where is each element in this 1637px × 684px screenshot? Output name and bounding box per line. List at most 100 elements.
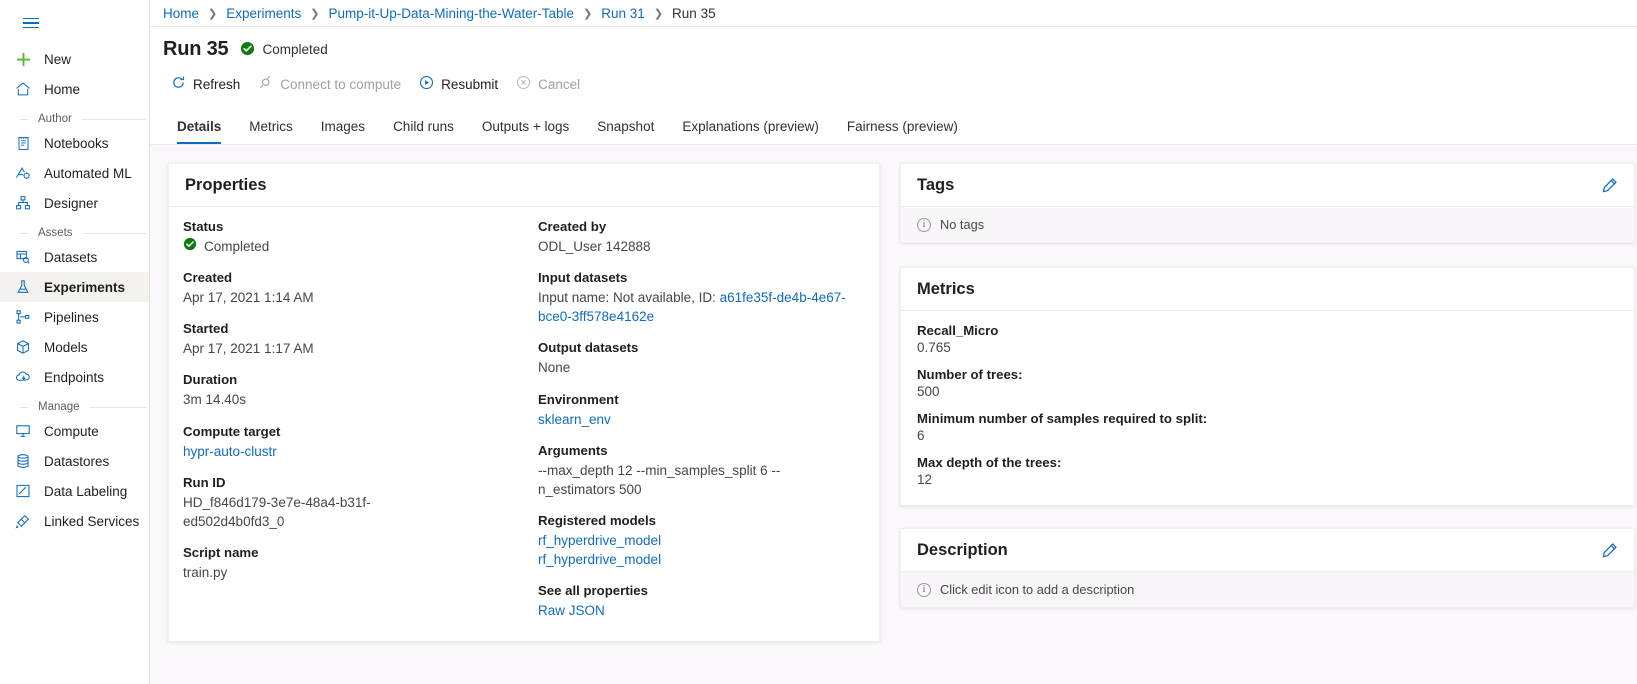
sidebar-item-label: Linked Services (44, 513, 140, 529)
metric-name: Minimum number of samples required to sp… (917, 411, 1208, 426)
properties-title: Properties (185, 176, 267, 194)
field-value: train.py (183, 565, 228, 581)
sidebar-item-datastores[interactable]: Datastores (0, 446, 149, 476)
plug-icon (258, 75, 273, 93)
sidebar-item-label: Datastores (44, 453, 110, 469)
tags-empty-label: No tags (940, 217, 985, 232)
environment-link[interactable]: sklearn_env (538, 412, 611, 427)
sidebar-item-linked-services[interactable]: Linked Services (0, 506, 149, 536)
field-label: Run ID (183, 474, 226, 490)
sidebar-item-label: New (44, 51, 72, 67)
tab-explanations[interactable]: Explanations (preview) (668, 119, 833, 144)
tab-fairness[interactable]: Fairness (preview) (833, 119, 972, 144)
properties-right-column: Created by ODL_User 142888 Input dataset… (524, 219, 879, 621)
resubmit-label: Resubmit (441, 76, 499, 92)
tab-outputs-logs[interactable]: Outputs + logs (468, 119, 583, 144)
tab-images[interactable]: Images (307, 119, 379, 144)
metrics-card-header: Metrics (901, 268, 1634, 311)
info-icon: i (917, 582, 931, 597)
field-value: hypr-auto-clustr (183, 442, 510, 461)
pencil-icon[interactable] (1601, 177, 1618, 194)
sidebar-item-data-labeling[interactable]: Data Labeling (0, 476, 149, 506)
field-value: Raw JSON (538, 601, 865, 620)
sidebar-item-label: Compute (44, 423, 99, 439)
field-input-datasets: Input datasets Input name: Not available… (538, 270, 865, 326)
cancel-label: Cancel (538, 76, 581, 92)
datasets-icon (14, 248, 32, 266)
field-script-name: Script name train.py (183, 545, 510, 582)
sidebar-item-designer[interactable]: Designer (0, 188, 149, 218)
tab-child-runs[interactable]: Child runs (379, 119, 468, 144)
compute-target-link[interactable]: hypr-auto-clustr (183, 444, 277, 459)
hamburger-icon[interactable] (8, 8, 54, 38)
refresh-button[interactable]: Refresh (163, 71, 250, 97)
sidebar-item-compute[interactable]: Compute (0, 416, 149, 446)
field-value: None (538, 360, 571, 376)
sidebar-item-label: Designer (44, 195, 99, 211)
sidebar-item-pipelines[interactable]: Pipelines (0, 302, 149, 332)
plus-icon (14, 50, 32, 68)
field-value: rf_hyperdrive_model rf_hyperdrive_model (538, 531, 865, 569)
database-icon (14, 452, 32, 470)
field-status: Status Completed (183, 219, 510, 256)
automated-ml-icon (14, 164, 32, 182)
breadcrumb-item-home[interactable]: Home (163, 6, 199, 21)
field-value: HD_f846d179-3e7e-48a4-b31f-ed502d4b0fd3_… (183, 494, 371, 529)
sidebar-item-models[interactable]: Models (0, 332, 149, 362)
command-bar: Refresh Connect to compute Resubmit Canc… (150, 61, 1637, 103)
sidebar-group-label: Manage (38, 401, 80, 413)
flask-icon (14, 278, 32, 296)
sidebar-item-automated-ml[interactable]: Automated ML (0, 158, 149, 188)
status-badge-label: Completed (262, 42, 328, 57)
compute-icon (14, 422, 32, 440)
check-circle-icon (240, 41, 255, 59)
breadcrumb-item-run-31[interactable]: Run 31 (601, 6, 645, 21)
breadcrumb-separator-icon: ❯ (583, 7, 593, 20)
main-content: Home ❯ Experiments ❯ Pump-it-Up-Data-Min… (150, 0, 1637, 684)
tab-details[interactable]: Details (163, 119, 235, 144)
connect-to-compute-label: Connect to compute (280, 76, 402, 92)
sidebar-group-label: Assets (38, 227, 73, 239)
tab-metrics[interactable]: Metrics (235, 119, 307, 144)
field-label: Compute target (183, 423, 281, 439)
registered-model-link[interactable]: rf_hyperdrive_model (538, 552, 661, 567)
breadcrumb-separator-icon: ❯ (208, 7, 218, 20)
tags-card: Tags i No tags (900, 163, 1635, 243)
description-empty-state: i Click edit icon to add a description (901, 572, 1634, 607)
field-label: Output datasets (538, 340, 639, 356)
properties-card: Properties Status Completed Created Apr … (168, 163, 880, 642)
connect-to-compute-button[interactable]: Connect to compute (250, 71, 411, 97)
resubmit-button[interactable]: Resubmit (411, 71, 508, 97)
pencil-icon[interactable] (1601, 542, 1618, 559)
sidebar-group-author: Author (0, 104, 149, 128)
properties-card-header: Properties (169, 164, 879, 207)
tab-snapshot[interactable]: Snapshot (583, 119, 668, 144)
breadcrumb-item-experiment-name[interactable]: Pump-it-Up-Data-Mining-the-Water-Table (328, 6, 574, 21)
side-panels-column: Tags i No tags Metrics Recall_Micro 0.76… (900, 163, 1635, 642)
field-value: 3m 14.40s (183, 392, 247, 408)
sidebar-item-label: Experiments (44, 279, 126, 295)
sidebar-item-new[interactable]: New (0, 44, 149, 74)
field-value: Input name: Not available, ID: a61fe35f-… (538, 288, 850, 326)
properties-body: Status Completed Created Apr 17, 2021 1:… (169, 207, 879, 641)
metrics-title: Metrics (917, 280, 975, 298)
breadcrumb-item-experiments[interactable]: Experiments (226, 6, 301, 21)
refresh-icon (171, 75, 186, 93)
sidebar-item-experiments[interactable]: Experiments (0, 272, 149, 302)
sidebar-item-datasets[interactable]: Datasets (0, 242, 149, 272)
field-created-by: Created by ODL_User 142888 (538, 219, 865, 256)
status-text: Completed (204, 239, 270, 254)
metric-item: Max depth of the trees: 12 (917, 455, 1618, 487)
field-compute-target: Compute target hypr-auto-clustr (183, 424, 510, 461)
sidebar-group-label: Author (38, 113, 72, 125)
cancel-button[interactable]: Cancel (508, 71, 590, 97)
designer-icon (14, 194, 32, 212)
registered-model-link[interactable]: rf_hyperdrive_model (538, 533, 661, 548)
sidebar-item-endpoints[interactable]: Endpoints (0, 362, 149, 392)
raw-json-link[interactable]: Raw JSON (538, 603, 605, 618)
sidebar-item-home[interactable]: Home (0, 74, 149, 104)
sidebar-item-label: Endpoints (44, 369, 105, 385)
field-value: sklearn_env (538, 410, 865, 429)
sidebar-item-notebooks[interactable]: Notebooks (0, 128, 149, 158)
home-icon (14, 80, 32, 98)
